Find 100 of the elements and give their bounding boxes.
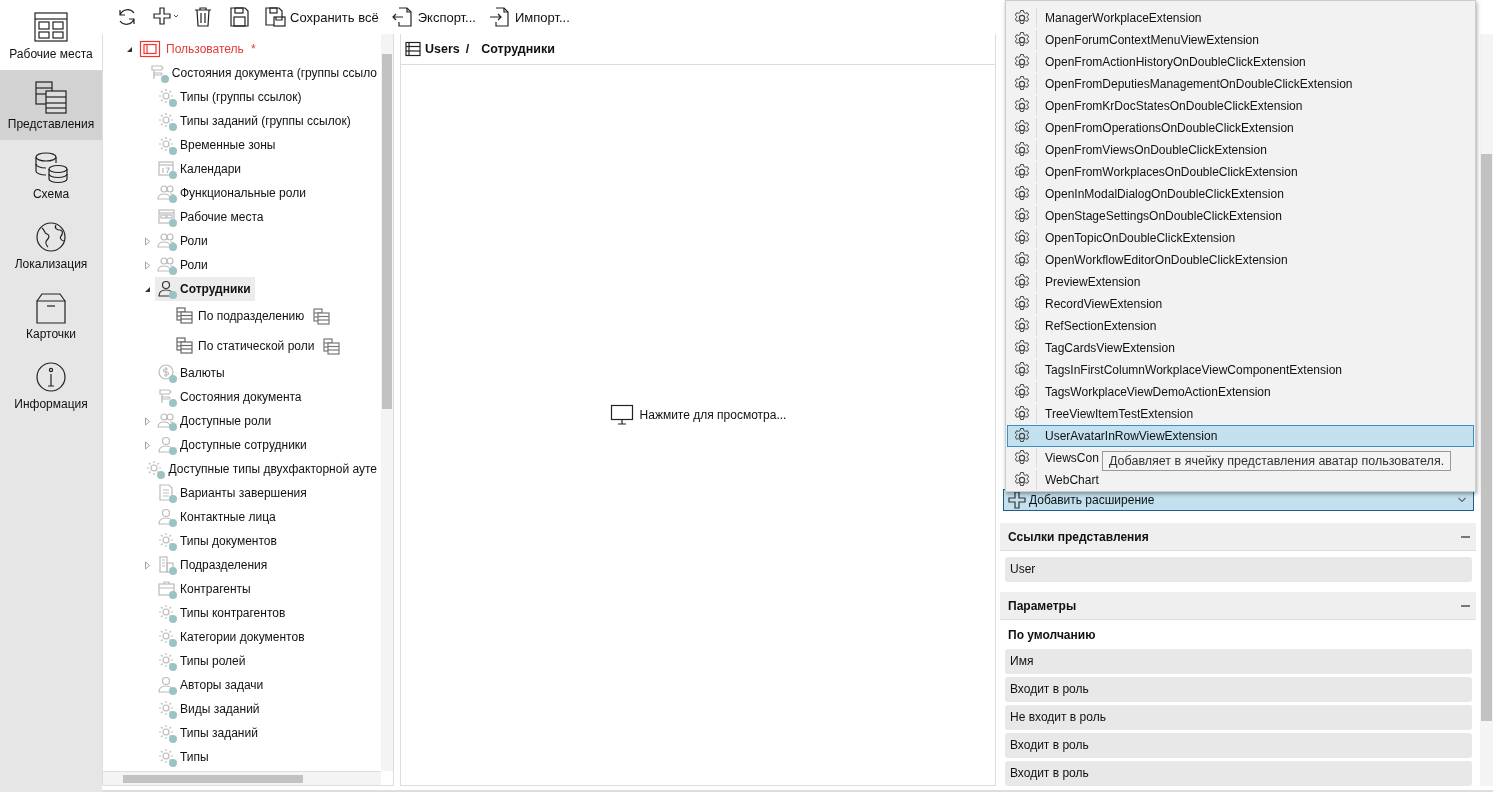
- tree-item[interactable]: Состояния документа: [155, 385, 306, 409]
- monitor-icon: [609, 404, 634, 426]
- group-title: По умолчанию: [1007, 627, 1097, 644]
- horizontal-scrollbar[interactable]: [103, 771, 381, 785]
- tree-item[interactable]: Авторы задачи: [155, 673, 268, 697]
- nav-item[interactable]: Карточки: [0, 280, 102, 350]
- table-icon: [175, 305, 196, 327]
- section-header[interactable]: Ссылки представления: [1000, 523, 1476, 551]
- tree-item[interactable]: Типы документов: [155, 529, 281, 553]
- expand-arrow-icon[interactable]: [143, 260, 151, 270]
- user-icon: [157, 506, 178, 528]
- nav-item[interactable]: Схема: [0, 140, 102, 210]
- tree-item[interactable]: Категории документов: [155, 625, 309, 649]
- plus-icon: [1008, 491, 1026, 509]
- menu-item[interactable]: ManagerWorkplaceExtension: [1007, 7, 1474, 29]
- menu-item[interactable]: RecordViewExtension: [1007, 293, 1474, 315]
- menu-item[interactable]: OpenFromWorkplacesOnDoubleClickExtension: [1007, 161, 1474, 183]
- menu-item[interactable]: OpenFromKrDocStatesOnDoubleClickExtension: [1007, 95, 1474, 117]
- nav-item[interactable]: Информация: [0, 350, 102, 420]
- menu-item[interactable]: OpenWorkflowEditorOnDoubleClickExtension: [1007, 249, 1474, 271]
- list-item[interactable]: Входит в роль: [1005, 761, 1472, 786]
- nav-item[interactable]: Локализация: [0, 210, 102, 280]
- tree-item[interactable]: Временные зоны: [155, 133, 280, 157]
- menu-item[interactable]: TagsInFirstColumnWorkplaceViewComponentExtension: [1007, 359, 1474, 381]
- menu-item[interactable]: OpenTopicOnDoubleClickExtension: [1007, 227, 1474, 249]
- menu-item[interactable]: OpenInModalDialogOnDoubleClickExtension: [1007, 183, 1474, 205]
- list-item[interactable]: Имя: [1005, 649, 1472, 674]
- list-item[interactable]: Входит в роль: [1005, 677, 1472, 702]
- tree-item[interactable]: Доступные типы двухфакторной ауте: [143, 457, 381, 481]
- tree-item[interactable]: Валюты: [155, 361, 229, 385]
- tree-item[interactable]: По статической роли: [173, 334, 319, 358]
- breadcrumb-item[interactable]: Users: [425, 42, 460, 56]
- flag-icon: [148, 62, 170, 84]
- preview-placeholder[interactable]: Нажмите для просмотра...: [639, 408, 787, 422]
- menu-item[interactable]: OpenFromActionHistoryOnDoubleClickExtension: [1007, 51, 1474, 73]
- menu-item[interactable]: OpenStageSettingsOnDoubleClickExtension: [1007, 205, 1474, 227]
- menu-item[interactable]: TagCardsViewExtension: [1007, 337, 1474, 359]
- menu-item[interactable]: RefSectionExtension: [1007, 315, 1474, 337]
- menu-item[interactable]: TagsWorkplaceViewDemoActionExtension: [1007, 381, 1474, 403]
- expand-arrow-icon[interactable]: [143, 236, 151, 246]
- breadcrumb-item[interactable]: Сотрудники: [481, 42, 555, 56]
- tree-item[interactable]: Пользователь *: [137, 37, 260, 61]
- vertical-scrollbar[interactable]: [1480, 34, 1493, 786]
- document-icon: [157, 482, 178, 504]
- collapse-icon[interactable]: [1461, 604, 1470, 607]
- collapse-arrow-icon[interactable]: [143, 285, 151, 293]
- tree-item[interactable]: Типы заданий: [155, 721, 262, 745]
- tree-item[interactable]: Рабочие места: [155, 205, 268, 229]
- tree-item[interactable]: По подразделению: [173, 304, 309, 328]
- menu-item[interactable]: PreviewExtension: [1007, 271, 1474, 293]
- table-icon: [312, 306, 332, 326]
- tree-item[interactable]: Контрагенты: [155, 577, 255, 601]
- user-icon: [157, 278, 178, 300]
- section-header[interactable]: Параметры: [1000, 592, 1476, 620]
- tree-item[interactable]: Сотрудники: [155, 277, 255, 301]
- tree-item[interactable]: Типы (группы ссылок): [155, 85, 306, 109]
- import-button[interactable]: Импорт...: [484, 3, 573, 31]
- menu-item[interactable]: OpenFromViewsOnDoubleClickExtension: [1007, 139, 1474, 161]
- tree-item[interactable]: Типы ролей: [155, 649, 250, 673]
- tree-item[interactable]: Роли: [155, 253, 212, 277]
- list-item[interactable]: Не входит в роль: [1005, 705, 1472, 730]
- tree-item[interactable]: Типы: [155, 745, 213, 769]
- tree-item[interactable]: Календари: [155, 157, 246, 181]
- menu-item[interactable]: UserAvatarInRowViewExtension: [1007, 425, 1474, 447]
- import-icon: [487, 5, 512, 29]
- tree-item[interactable]: Состояния документа (группы ссыло: [146, 61, 381, 85]
- tree-item[interactable]: Виды заданий: [155, 697, 264, 721]
- menu-item[interactable]: WebChart: [1007, 469, 1474, 491]
- users-icon: [157, 254, 178, 276]
- list-item[interactable]: User: [1005, 557, 1472, 582]
- breadcrumb-separator: /: [465, 42, 470, 56]
- nav-item[interactable]: Представления: [0, 70, 102, 140]
- save-all-button[interactable]: Сохранить всё: [260, 3, 382, 31]
- collapse-arrow-icon[interactable]: [125, 45, 133, 53]
- menu-item[interactable]: OpenForumContextMenuViewExtension: [1007, 29, 1474, 51]
- collapse-icon[interactable]: [1461, 535, 1470, 538]
- tree-item[interactable]: Типы заданий (группы ссылок): [155, 109, 355, 133]
- tree-item[interactable]: Варианты завершения: [155, 481, 311, 505]
- menu-item[interactable]: OpenFromOperationsOnDoubleClickExtension: [1007, 117, 1474, 139]
- menu-item[interactable]: TreeViewItemTestExtension: [1007, 403, 1474, 425]
- expand-arrow-icon[interactable]: [143, 440, 151, 450]
- list-item[interactable]: Входит в роль: [1005, 733, 1472, 758]
- tree-item[interactable]: Роли: [155, 229, 212, 253]
- tree-item[interactable]: Доступные роли: [155, 409, 276, 433]
- vertical-scrollbar[interactable]: [381, 34, 393, 771]
- briefcase-icon: [157, 578, 178, 600]
- tree-item[interactable]: Доступные сотрудники: [155, 433, 311, 457]
- calendar-icon: [157, 158, 178, 180]
- tree-item[interactable]: Функциональные роли: [155, 181, 310, 205]
- nav-item[interactable]: Рабочие места: [0, 0, 102, 70]
- menu-item[interactable]: OpenFromDeputiesManagementOnDoubleClickExtension: [1007, 73, 1474, 95]
- tree-item[interactable]: Контактные лица: [155, 505, 280, 529]
- window-icon: [157, 206, 178, 228]
- export-button[interactable]: Экспорт...: [387, 3, 479, 31]
- expand-arrow-icon[interactable]: [143, 560, 151, 570]
- tree-item[interactable]: Типы контрагентов: [155, 601, 290, 625]
- user-icon: [157, 434, 178, 456]
- expand-arrow-icon[interactable]: [143, 416, 151, 426]
- tree-item[interactable]: Подразделения: [155, 553, 272, 577]
- database-icon: [32, 149, 70, 185]
